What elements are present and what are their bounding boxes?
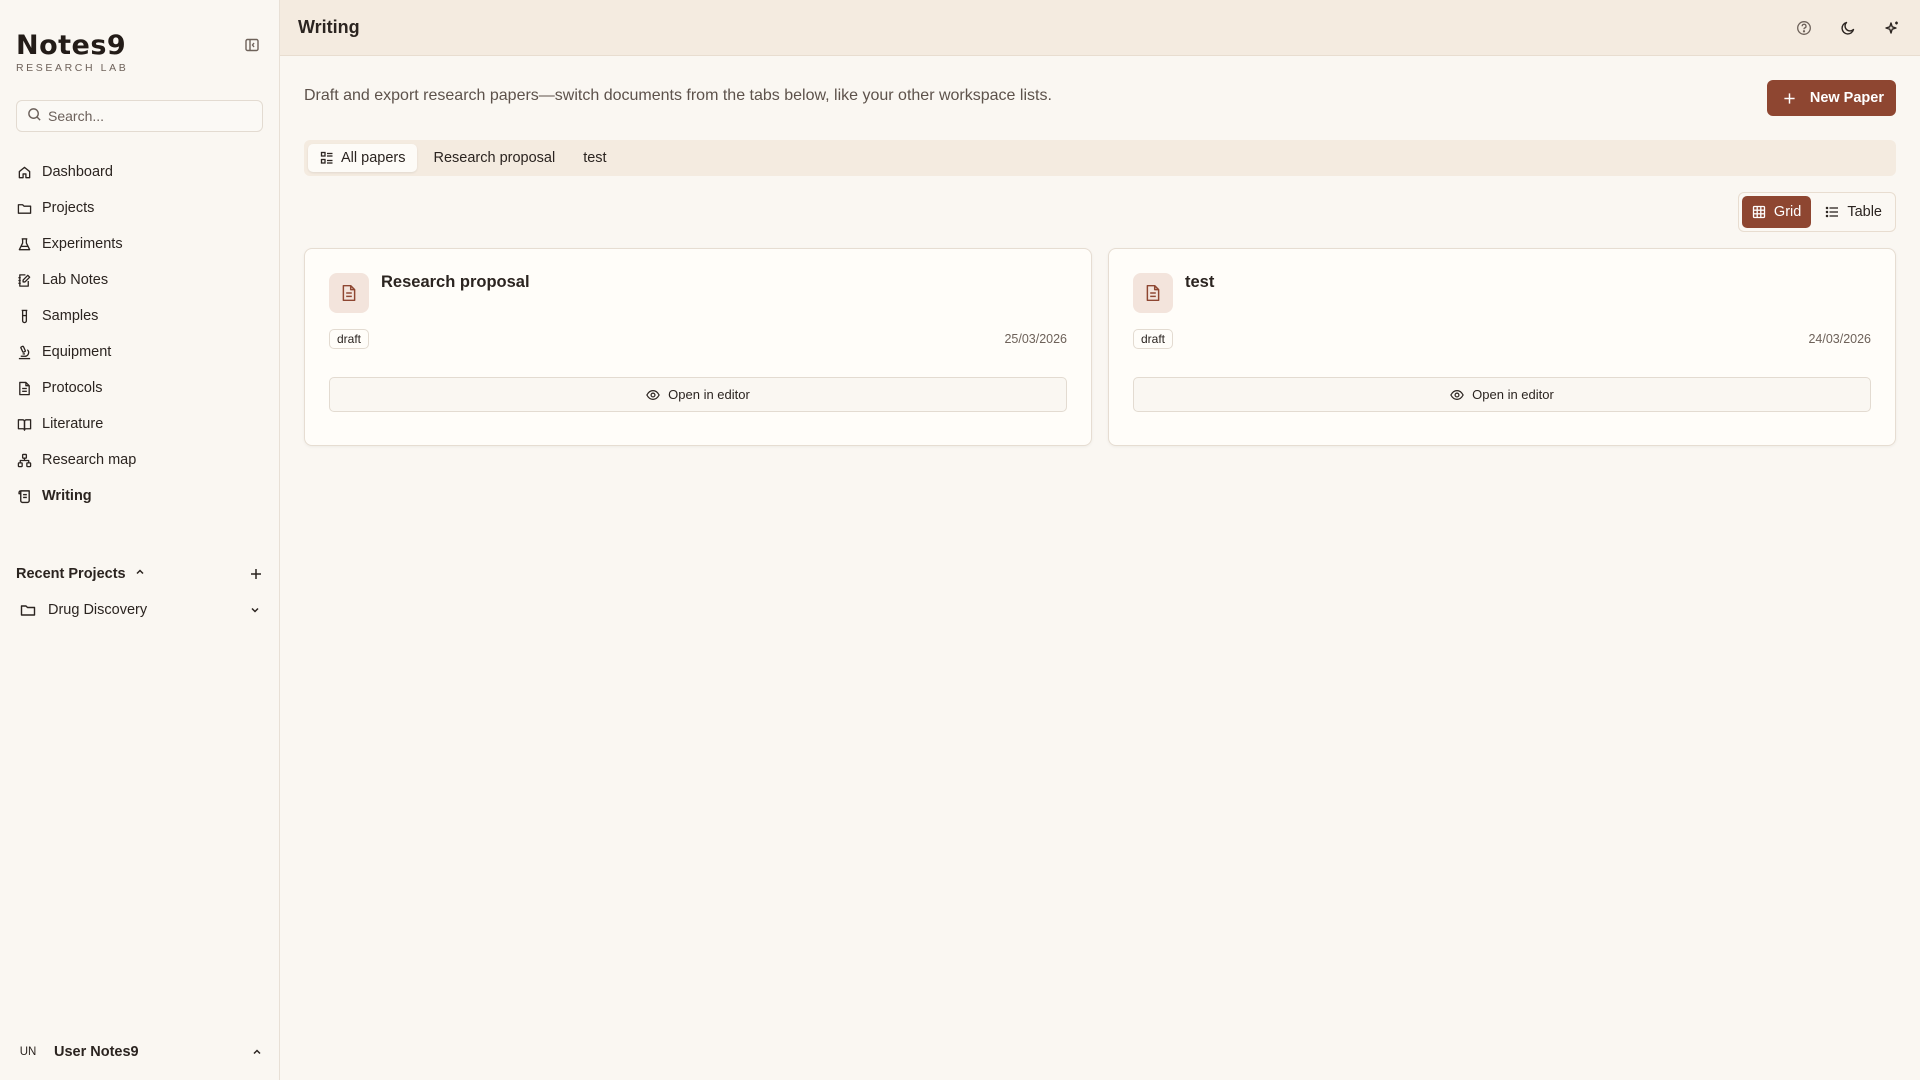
- avatar: UN: [19, 1046, 37, 1058]
- paper-card[interactable]: test draft 24/03/2026 Open in editor: [1108, 248, 1896, 446]
- brand-name: Notes9: [16, 30, 127, 61]
- user-menu[interactable]: UN User Notes9: [16, 1036, 263, 1068]
- tab-test[interactable]: test: [571, 144, 618, 172]
- tab-label: test: [583, 150, 607, 166]
- add-project-plus-icon[interactable]: [249, 567, 263, 581]
- search-input[interactable]: [48, 108, 252, 124]
- sidebar-item-label: Dashboard: [42, 164, 113, 180]
- document-icon: [1133, 273, 1173, 313]
- sidebar-item-label: Lab Notes: [42, 272, 109, 288]
- top-bar: Writing: [280, 0, 1920, 56]
- tab-all-papers[interactable]: All papers: [308, 144, 418, 172]
- grid-view-label: Grid: [1773, 204, 1802, 220]
- book-open-icon: [16, 416, 32, 432]
- sidebar-item-label: Research map: [42, 452, 137, 468]
- writing-content: Draft and export research papers—switch …: [280, 56, 1920, 446]
- sidebar: Notes9 RESEARCH LAB Search... Dashboard …: [0, 0, 280, 1080]
- sidebar-collapse-icon[interactable]: [243, 36, 261, 54]
- sidebar-nav: Dashboard Projects Experiments Lab Notes: [0, 154, 279, 514]
- chevron-up-icon: [251, 1046, 263, 1058]
- notebook-pen-icon: [16, 272, 32, 288]
- folder-icon: [16, 200, 32, 216]
- new-paper-label: New Paper: [1809, 90, 1884, 106]
- sparkles-icon[interactable]: [1882, 18, 1902, 38]
- recent-project-label: Drug Discovery: [48, 602, 148, 618]
- tab-label: Research proposal: [433, 150, 556, 166]
- table-view-label: Table: [1847, 204, 1882, 220]
- folder-icon: [20, 602, 36, 618]
- list-todo-icon: [320, 151, 334, 165]
- scroll-icon: [16, 488, 32, 504]
- main-area: Writing Draft and export research papers…: [280, 0, 1920, 1080]
- flask-icon: [16, 236, 32, 252]
- tab-research-proposal[interactable]: Research proposal: [421, 144, 567, 172]
- user-name: User Notes9: [54, 1044, 139, 1060]
- open-in-editor-label: Open in editor: [668, 387, 750, 402]
- search-box[interactable]: [16, 100, 263, 132]
- sidebar-item-label: Writing: [42, 488, 92, 504]
- paper-title: test: [1185, 273, 1215, 291]
- sidebar-item-samples[interactable]: Samples: [16, 298, 263, 334]
- eye-icon: [646, 388, 660, 402]
- recent-project-item[interactable]: Drug Discovery: [20, 596, 263, 624]
- sidebar-item-protocols[interactable]: Protocols: [16, 370, 263, 406]
- papers-grid: Research proposal draft 25/03/2026 Open …: [304, 248, 1896, 446]
- table-view-button[interactable]: Table: [1815, 196, 1892, 228]
- sidebar-item-writing[interactable]: Writing: [16, 478, 263, 514]
- page-title: Writing: [298, 17, 360, 37]
- paper-title: Research proposal: [381, 273, 530, 291]
- page-description: Draft and export research papers—switch …: [304, 87, 1052, 104]
- status-badge: draft: [329, 329, 370, 349]
- open-in-editor-button[interactable]: Open in editor: [329, 377, 1067, 412]
- help-icon[interactable]: [1794, 18, 1814, 38]
- sidebar-item-literature[interactable]: Literature: [16, 406, 263, 442]
- network-icon: [16, 452, 32, 468]
- search-icon: [27, 107, 42, 126]
- home-icon: [16, 164, 32, 180]
- paper-card[interactable]: Research proposal draft 25/03/2026 Open …: [304, 248, 1092, 446]
- open-in-editor-label: Open in editor: [1472, 387, 1554, 402]
- list-icon: [1825, 205, 1839, 219]
- sidebar-item-equipment[interactable]: Equipment: [16, 334, 263, 370]
- recent-projects-toggle[interactable]: Recent Projects: [16, 566, 146, 582]
- brand: Notes9 RESEARCH LAB: [0, 0, 279, 78]
- sidebar-item-label: Experiments: [42, 236, 123, 252]
- moon-icon[interactable]: [1838, 18, 1858, 38]
- chevron-up-icon: [134, 566, 146, 582]
- sidebar-item-dashboard[interactable]: Dashboard: [16, 154, 263, 190]
- recent-projects-header: Recent Projects: [0, 560, 279, 588]
- sidebar-item-label: Literature: [42, 416, 104, 432]
- plus-icon: [1783, 92, 1796, 105]
- paper-date: 24/03/2026: [1808, 332, 1871, 346]
- recent-projects-title: Recent Projects: [16, 566, 126, 582]
- sidebar-item-experiments[interactable]: Experiments: [16, 226, 263, 262]
- top-actions: [1794, 18, 1902, 38]
- chevron-down-icon[interactable]: [249, 604, 261, 616]
- brand-subtitle: RESEARCH LAB: [16, 62, 129, 74]
- sidebar-item-label: Projects: [42, 200, 95, 216]
- file-text-icon: [16, 380, 32, 396]
- document-icon: [329, 273, 369, 313]
- grid-view-button[interactable]: Grid: [1741, 196, 1812, 228]
- sidebar-item-label: Samples: [42, 308, 99, 324]
- app-window: Notes9 RESEARCH LAB Search... Dashboard …: [0, 0, 1920, 1080]
- test-tube-icon: [16, 308, 32, 324]
- sidebar-item-research-map[interactable]: Research map: [16, 442, 263, 478]
- status-badge: draft: [1133, 329, 1174, 349]
- grid-icon: [1752, 205, 1766, 219]
- tab-label: All papers: [341, 150, 406, 166]
- sidebar-item-label: Equipment: [42, 344, 112, 360]
- paper-date: 25/03/2026: [1004, 332, 1067, 346]
- sidebar-item-lab-notes[interactable]: Lab Notes: [16, 262, 263, 298]
- eye-icon: [1450, 388, 1464, 402]
- sidebar-item-label: Protocols: [42, 380, 103, 396]
- microscope-icon: [16, 344, 32, 360]
- view-toggle: Grid Table: [1737, 192, 1896, 232]
- paper-tabs: All papers Research proposal test: [304, 140, 1896, 176]
- sidebar-item-projects[interactable]: Projects: [16, 190, 263, 226]
- new-paper-button[interactable]: New Paper: [1766, 80, 1896, 116]
- open-in-editor-button[interactable]: Open in editor: [1133, 377, 1871, 412]
